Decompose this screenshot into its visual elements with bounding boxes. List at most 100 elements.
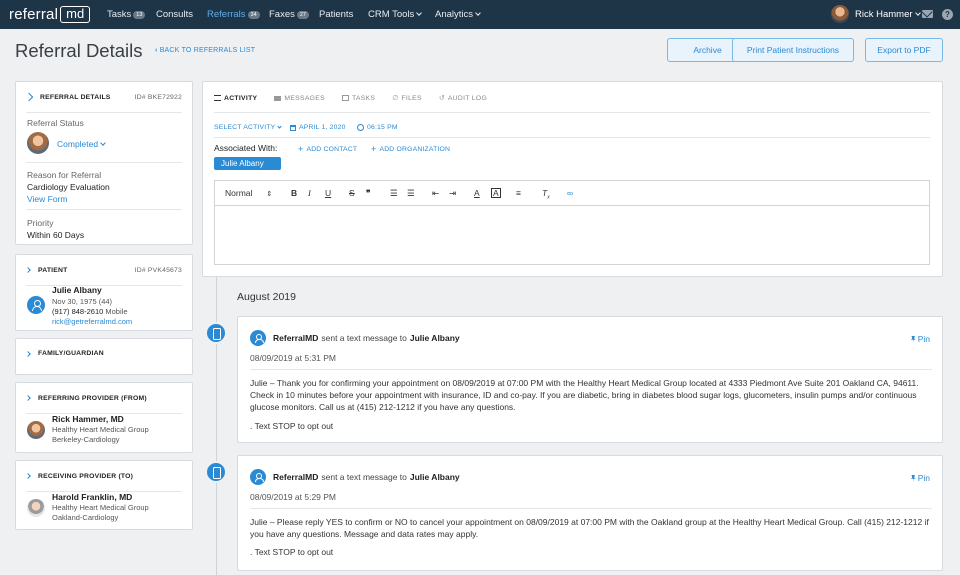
tab-files[interactable]: ∅ FILES — [392, 94, 422, 103]
select-activity-label: SELECT ACTIVITY — [214, 124, 276, 131]
activity-editor[interactable] — [214, 205, 930, 265]
referral-status-label: Referral Status — [27, 118, 84, 128]
referral-id: ID# BKE72922 — [134, 93, 182, 101]
nav-patients-label: Patients — [319, 9, 354, 20]
message-recipient: Julie Albany — [409, 333, 460, 343]
sender-avatar-icon — [250, 330, 266, 346]
tab-files-label: FILES — [401, 94, 422, 102]
patient-phone-row: (917) 848-2610 Mobile — [52, 307, 127, 317]
bold-icon[interactable]: B — [291, 188, 297, 198]
activity-time-picker[interactable]: 06:15 PM — [357, 124, 398, 131]
family-guardian-header[interactable]: FAMILY/GUARDIAN — [16, 339, 192, 368]
patient-header[interactable]: PATIENT ID# PVK45673 — [16, 255, 192, 285]
referral-status-dropdown[interactable]: Completed — [57, 139, 106, 149]
message-date: 08/09/2019 at 5:29 PM — [250, 492, 337, 502]
referring-provider-header[interactable]: REFERRING PROVIDER (FROM) — [16, 383, 192, 413]
print-instructions-button[interactable]: Print Patient Instructions — [732, 38, 854, 62]
outdent-icon[interactable]: ⇤ — [432, 188, 439, 199]
referral-details-title: REFERRAL DETAILS — [40, 93, 111, 101]
message-body: Julie – Thank you for confirming your ap… — [250, 378, 919, 412]
patient-card: PATIENT ID# PVK45673 Julie Albany Nov 30… — [15, 254, 193, 331]
logo-box: md — [60, 6, 91, 23]
associated-chip[interactable]: Julie Albany — [214, 157, 281, 170]
top-nav: referral md Tasks 13 Consults Referrals … — [0, 0, 960, 29]
message-sender: ReferralMD — [273, 472, 319, 482]
avatar — [831, 5, 849, 23]
calendar-icon — [290, 124, 296, 131]
message-action: sent a text message to — [321, 472, 407, 482]
receiving-provider-header[interactable]: RECEIVING PROVIDER (TO) — [16, 461, 192, 491]
activity-tabs: ACTIVITY MESSAGES TASKS ∅ FILES ↺ AUDIT … — [214, 94, 504, 102]
timeline-month: August 2019 — [237, 291, 296, 303]
patient-avatar-icon — [27, 296, 45, 314]
patient-name: Julie Albany — [52, 285, 102, 295]
link-icon[interactable]: ∞ — [567, 188, 573, 198]
chevron-down-icon — [475, 10, 481, 16]
referral-details-header[interactable]: REFERRAL DETAILS ID# BKE72922 — [16, 82, 192, 112]
select-arrows-icon: ⇕ — [266, 191, 273, 198]
message-header: ReferralMD sent a text message to Julie … — [250, 330, 460, 346]
receiving-provider-card: RECEIVING PROVIDER (TO) Harold Franklin,… — [15, 460, 193, 530]
message-sender: ReferralMD — [273, 333, 319, 343]
ordered-list-icon[interactable]: ☰ — [390, 188, 398, 199]
message-action: sent a text message to — [321, 333, 407, 343]
priority-label: Priority — [27, 218, 54, 228]
underline-icon[interactable]: U — [325, 188, 331, 198]
pin-button[interactable]: Pin — [910, 334, 930, 344]
format-select-value: Normal — [225, 188, 253, 198]
align-icon[interactable]: ≡ — [516, 188, 521, 198]
message-body: Julie – Please reply YES to confirm or N… — [250, 517, 929, 539]
tab-audit-log[interactable]: ↺ AUDIT LOG — [439, 94, 487, 103]
clear-format-icon[interactable]: Tx — [542, 188, 550, 201]
plus-icon: + — [371, 144, 377, 154]
nav-faxes[interactable]: Faxes 27 — [269, 9, 309, 20]
tab-messages[interactable]: MESSAGES — [274, 94, 325, 102]
nav-analytics[interactable]: Analytics — [435, 9, 481, 20]
patient-email[interactable]: rick@getreferralmd.com — [52, 317, 132, 327]
add-organization-button[interactable]: + ADD ORGANIZATION — [371, 144, 450, 154]
timeline-message: ReferralMD sent a text message to Julie … — [237, 316, 943, 443]
select-activity-dropdown[interactable]: SELECT ACTIVITY — [214, 123, 283, 131]
text-color-icon[interactable]: A — [474, 188, 480, 198]
avatar — [27, 421, 45, 439]
help-icon[interactable]: ? — [942, 9, 953, 20]
tab-tasks[interactable]: TASKS — [341, 94, 375, 102]
nav-consults[interactable]: Consults — [156, 9, 193, 20]
tab-activity[interactable]: ACTIVITY — [214, 94, 257, 102]
referring-provider-card: REFERRING PROVIDER (FROM) Rick Hammer, M… — [15, 382, 193, 453]
patient-title: PATIENT — [38, 266, 68, 274]
nav-patients[interactable]: Patients — [319, 9, 353, 20]
bullet-list-icon[interactable]: ☰ — [407, 188, 415, 199]
nav-analytics-label: Analytics — [435, 9, 474, 20]
format-select[interactable]: Normal ⇕ — [225, 188, 272, 198]
highlight-icon[interactable]: A — [491, 188, 501, 198]
patient-id: ID# PVK45673 — [134, 266, 182, 274]
family-guardian-card[interactable]: FAMILY/GUARDIAN — [15, 338, 193, 375]
strikethrough-icon[interactable]: S — [349, 188, 355, 198]
page-title: Referral Details — [15, 40, 143, 61]
logo[interactable]: referral md — [9, 6, 91, 23]
activity-date-picker[interactable]: APRIL 1, 2020 — [290, 124, 346, 131]
italic-icon[interactable]: I — [308, 188, 311, 198]
reason-value: Cardiology Evaluation — [27, 182, 110, 192]
indent-icon[interactable]: ⇥ — [449, 188, 456, 199]
view-form-link[interactable]: View Form — [27, 194, 67, 204]
nav-tasks-badge: 13 — [133, 10, 146, 19]
export-pdf-button[interactable]: Export to PDF — [865, 38, 943, 62]
pin-button[interactable]: Pin — [910, 473, 930, 483]
nav-consults-label: Consults — [156, 9, 193, 20]
add-contact-button[interactable]: + ADD CONTACT — [298, 144, 357, 154]
message-footer: . Text STOP to opt out — [250, 547, 334, 557]
chevron-right-icon — [25, 267, 31, 273]
nav-referrals[interactable]: Referrals 34 — [207, 9, 260, 20]
back-to-referrals-link[interactable]: BACK TO REFERRALS LIST — [155, 47, 255, 54]
chevron-right-icon — [25, 395, 31, 401]
referring-provider-name: Rick Hammer, MD — [52, 414, 124, 424]
mail-icon[interactable] — [922, 10, 933, 18]
user-menu[interactable]: Rick Hammer — [831, 5, 921, 23]
nav-tasks[interactable]: Tasks 13 — [107, 9, 146, 20]
message-date: 08/09/2019 at 5:31 PM — [250, 353, 337, 363]
nav-crm-tools[interactable]: CRM Tools — [368, 9, 423, 20]
nav-referrals-badge: 34 — [247, 10, 260, 19]
quote-icon[interactable]: ❞ — [366, 188, 371, 199]
